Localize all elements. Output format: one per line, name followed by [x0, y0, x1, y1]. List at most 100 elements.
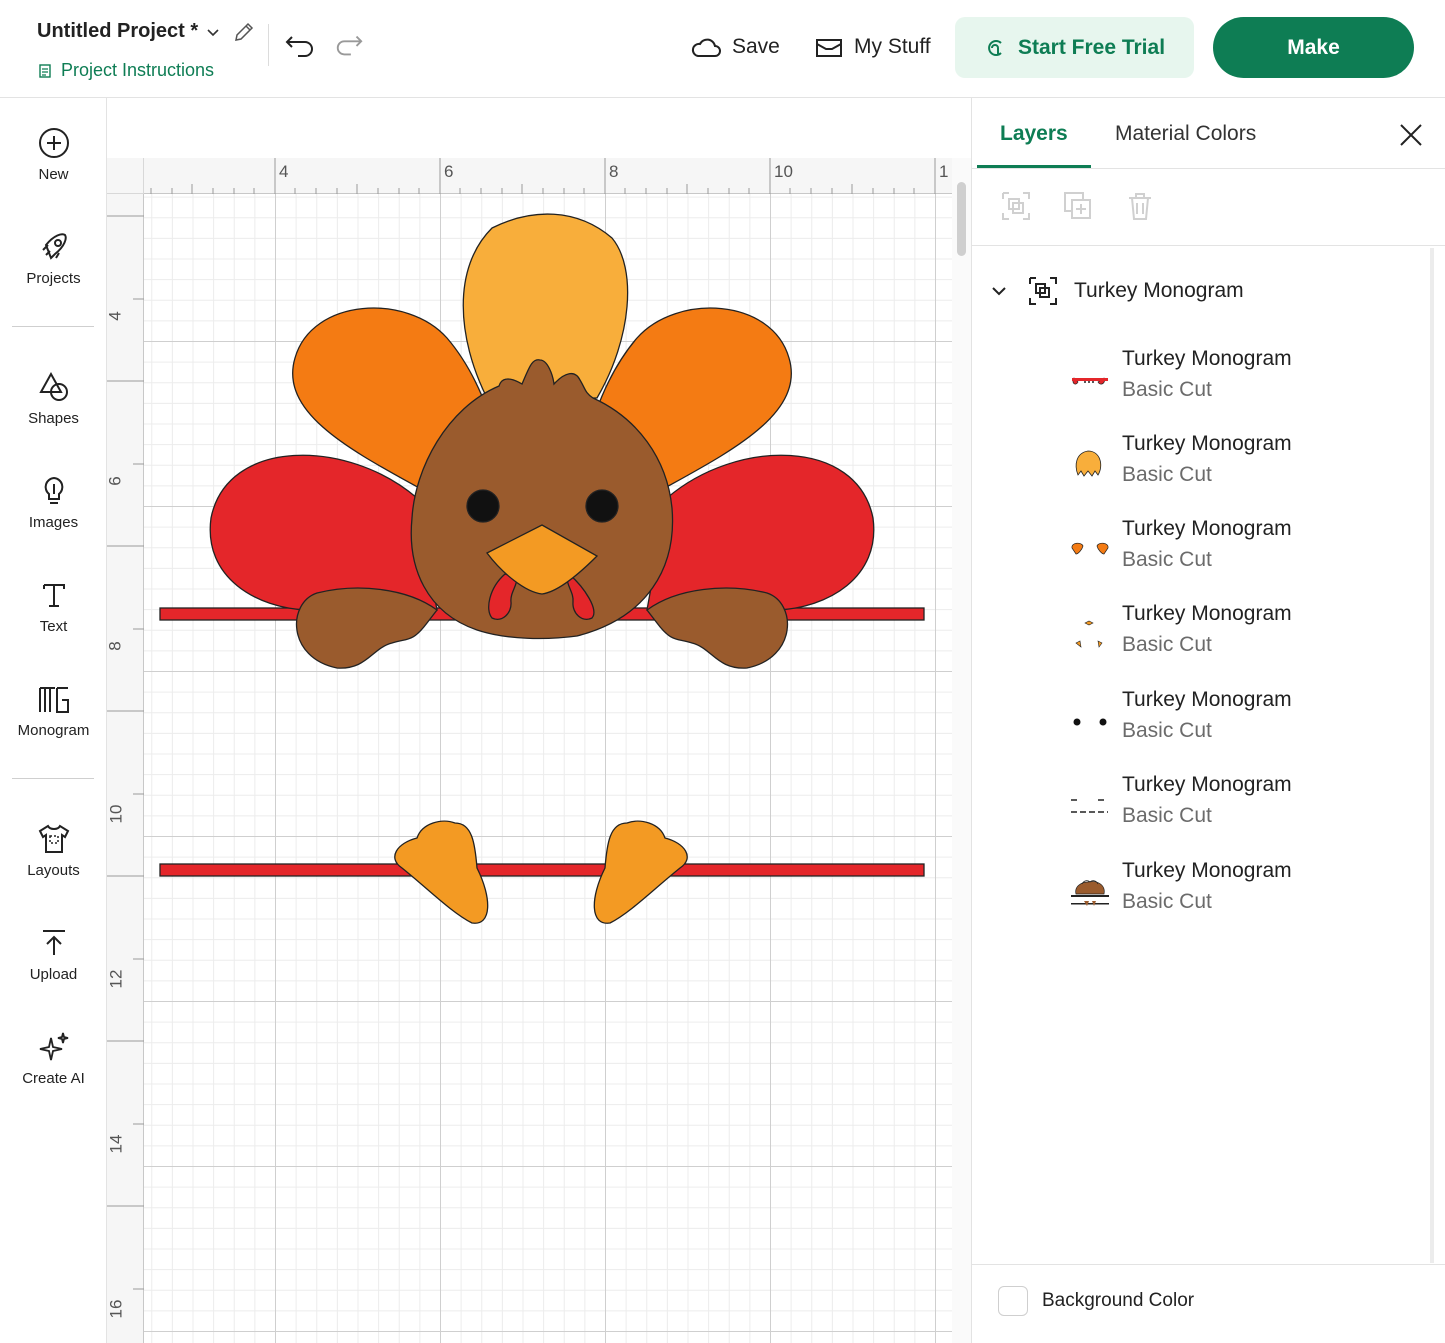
shapes-icon — [38, 371, 68, 401]
layouts-tool[interactable]: Layouts — [0, 822, 107, 879]
my-stuff-label: My Stuff — [854, 35, 931, 58]
project-instructions-label: Project Instructions — [61, 60, 215, 80]
layer-item[interactable]: Turkey Monogram Basic Cut — [1068, 344, 1428, 416]
cloud-icon — [691, 38, 721, 57]
layer-thumbnail — [1071, 880, 1109, 906]
chevron-down-icon[interactable] — [205, 24, 221, 40]
tool-label: Projects — [26, 270, 81, 287]
trial-icon — [988, 39, 1002, 56]
layer-item[interactable]: Turkey Monogram Basic Cut — [1068, 514, 1428, 586]
background-color-label: Background Color — [1042, 1290, 1195, 1311]
layer-item[interactable]: Turkey Monogram Basic Cut — [1068, 685, 1428, 757]
sparkle-icon — [39, 1032, 68, 1061]
layer-thumbnail — [1072, 377, 1108, 385]
shapes-tool[interactable]: Shapes — [0, 370, 107, 427]
tab-layers[interactable]: Layers — [1000, 122, 1068, 146]
tool-label: Layouts — [27, 862, 80, 879]
turkey-monogram-artwork[interactable] — [107, 98, 971, 1343]
text-tool[interactable]: Text — [0, 578, 107, 635]
tool-label: Create AI — [22, 1070, 85, 1087]
right-hand — [646, 587, 789, 669]
save-button[interactable]: Save — [690, 34, 780, 60]
layer-name: Turkey Monogram — [1122, 602, 1292, 625]
trash-icon[interactable] — [1124, 190, 1156, 222]
make-button[interactable]: Make — [1213, 17, 1414, 78]
new-tool[interactable]: New — [0, 126, 107, 183]
divider — [972, 245, 1445, 246]
trial-label: Start Free Trial — [1017, 35, 1166, 59]
tool-label: New — [38, 166, 69, 183]
project-instructions-link[interactable]: Project Instructions — [37, 60, 214, 81]
layer-thumbnail — [1071, 542, 1109, 555]
project-title[interactable]: Untitled Project * — [37, 20, 198, 43]
background-color-toggle[interactable]: Background Color — [998, 1286, 1194, 1316]
projects-tool[interactable]: Projects — [0, 230, 107, 287]
start-free-trial-button[interactable]: Start Free Trial — [955, 17, 1194, 78]
layer-type: Basic Cut — [1122, 890, 1212, 913]
right-foot — [593, 820, 688, 924]
canvas-scrollbar[interactable] — [952, 158, 971, 1343]
tool-label: Shapes — [28, 410, 79, 427]
layers-panel: Layers Material Colors Turkey Monogram T… — [971, 98, 1445, 1343]
monogram-tool[interactable]: Monogram — [0, 682, 107, 739]
divider — [268, 24, 269, 66]
left-toolbar: New Projects Shapes Images Text Monogram… — [0, 98, 107, 1343]
panel-scrollbar[interactable] — [1430, 248, 1434, 1263]
layer-type: Basic Cut — [1122, 804, 1212, 827]
design-canvas[interactable]: 4 6 8 10 1 4 6 8 10 12 14 16 — [107, 98, 971, 1343]
inbox-icon — [816, 39, 842, 57]
left-foot — [394, 820, 489, 924]
monogram-icon — [38, 687, 69, 713]
close-icon[interactable] — [1396, 120, 1426, 150]
layer-name: Turkey Monogram — [1122, 773, 1292, 796]
layer-item[interactable]: Turkey Monogram Basic Cut — [1068, 856, 1428, 928]
left-hand — [295, 587, 438, 669]
layer-type: Basic Cut — [1122, 548, 1212, 571]
layer-thumbnail — [1071, 799, 1108, 813]
tool-label: Text — [39, 618, 68, 635]
tool-label: Upload — [29, 966, 78, 983]
layer-type: Basic Cut — [1122, 719, 1212, 742]
layer-item[interactable]: Turkey Monogram Basic Cut — [1068, 599, 1428, 671]
left-eye — [466, 489, 500, 523]
layer-name: Turkey Monogram — [1122, 859, 1292, 882]
create-ai-tool[interactable]: Create AI — [0, 1030, 107, 1087]
layer-name: Turkey Monogram — [1122, 347, 1292, 370]
pencil-icon[interactable] — [232, 20, 256, 44]
images-tool[interactable]: Images — [0, 474, 107, 531]
chevron-down-icon[interactable] — [990, 282, 1008, 300]
layer-name: Turkey Monogram — [1122, 517, 1292, 540]
layer-name: Turkey Monogram — [1122, 432, 1292, 455]
layer-group-row[interactable]: Turkey Monogram — [990, 276, 1244, 306]
redo-icon[interactable] — [334, 30, 364, 60]
tool-label: Monogram — [17, 722, 90, 739]
layer-type: Basic Cut — [1122, 463, 1212, 486]
layer-item[interactable]: Turkey Monogram Basic Cut — [1068, 770, 1428, 842]
tab-material-colors[interactable]: Material Colors — [1115, 122, 1256, 146]
layer-item[interactable]: Turkey Monogram Basic Cut — [1068, 429, 1428, 501]
group-icon[interactable] — [1000, 190, 1032, 222]
scroll-thumb[interactable] — [957, 182, 966, 256]
layer-thumbnail — [1073, 718, 1107, 726]
layer-type: Basic Cut — [1122, 378, 1212, 401]
lightbulb-icon — [44, 476, 63, 504]
toolbar-divider — [12, 778, 94, 779]
tshirt-icon — [38, 824, 69, 853]
right-eye — [585, 489, 619, 523]
upload-tool[interactable]: Upload — [0, 926, 107, 983]
my-stuff-button[interactable]: My Stuff — [814, 34, 931, 60]
layer-type: Basic Cut — [1122, 633, 1212, 656]
lower-red-bar — [159, 863, 925, 877]
toolbar-divider — [12, 326, 94, 327]
layer-name: Turkey Monogram — [1122, 688, 1292, 711]
background-color-checkbox[interactable] — [998, 1286, 1028, 1316]
undo-icon[interactable] — [284, 30, 316, 62]
document-icon — [39, 63, 51, 78]
rocket-icon — [41, 233, 67, 260]
divider — [972, 168, 1445, 169]
upload-icon — [42, 930, 65, 955]
duplicate-icon[interactable] — [1062, 190, 1094, 222]
group-icon — [1029, 277, 1057, 305]
layer-thumbnail — [1075, 450, 1102, 477]
divider — [972, 1264, 1445, 1265]
